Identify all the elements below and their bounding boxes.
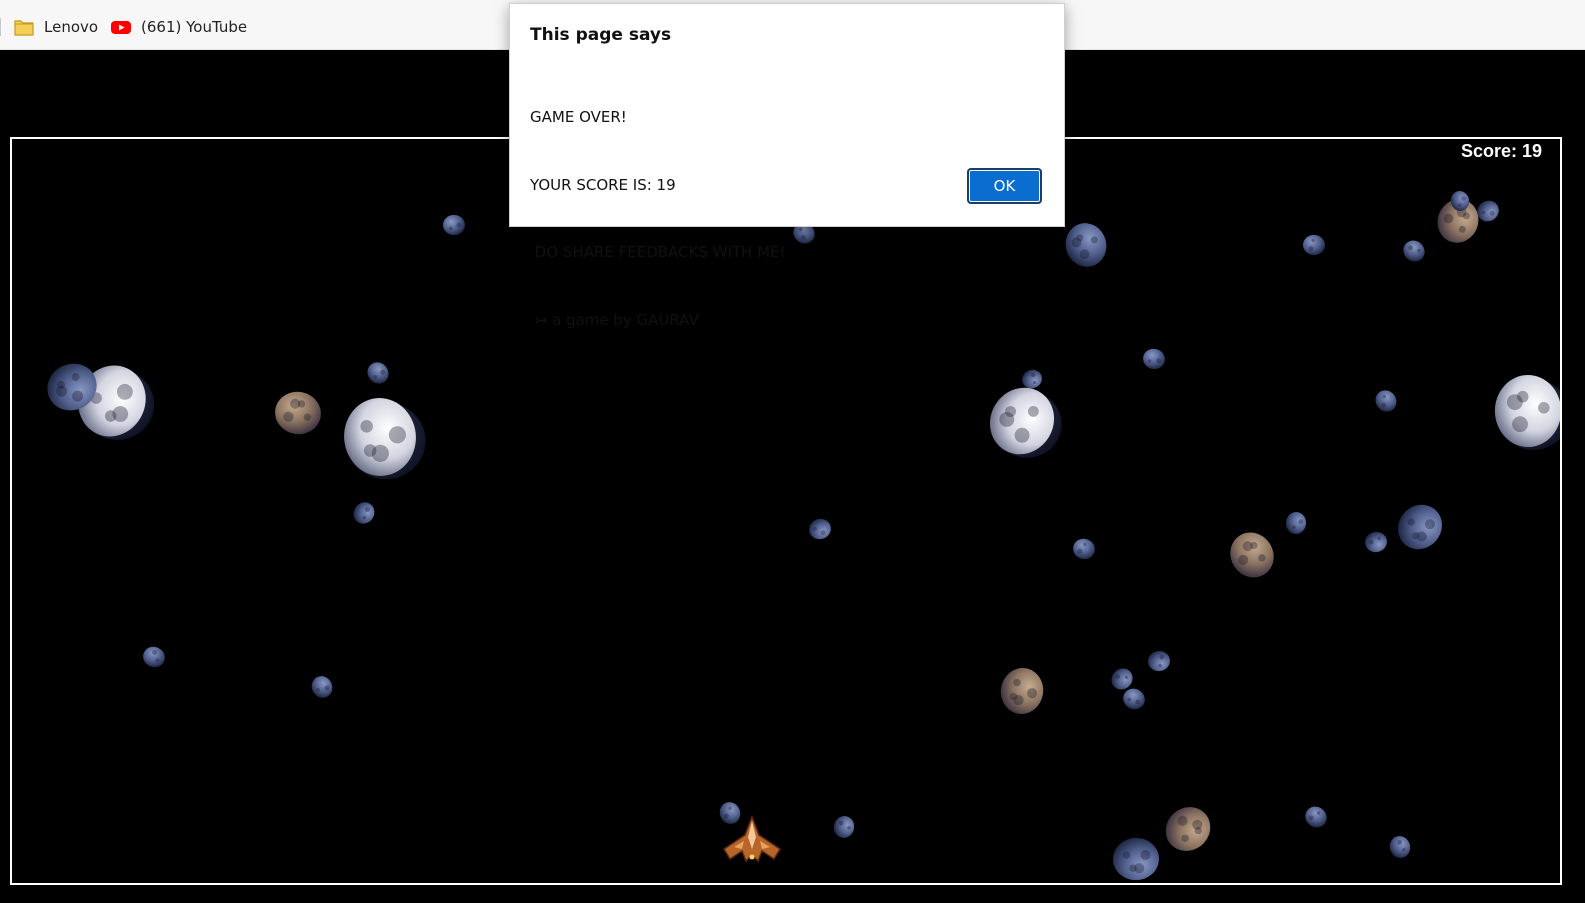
- asteroid: [1113, 837, 1159, 881]
- asteroid: [1000, 668, 1044, 714]
- asteroid: [809, 518, 831, 540]
- asteroid: [1065, 223, 1107, 267]
- asteroid: [1073, 538, 1095, 560]
- asteroid: [719, 802, 741, 824]
- asteroid: [1403, 240, 1425, 262]
- asteroid: [1303, 234, 1325, 256]
- bookmark-youtube[interactable]: (661) YouTube: [110, 13, 247, 41]
- asteroid-field: [47, 191, 1560, 881]
- alert-line-feedback: DO SHARE FEEDBACKS WITH ME!: [530, 243, 786, 261]
- alert-title: This page says: [530, 25, 672, 45]
- asteroid: [1389, 836, 1411, 858]
- asteroid: [1365, 531, 1387, 553]
- asteroid: [344, 398, 426, 480]
- alert-message: GAME OVER! YOUR SCORE IS: 19 DO SHARE FE…: [530, 61, 786, 376]
- asteroid: [353, 502, 375, 524]
- asteroid: [1143, 348, 1165, 370]
- game-canvas[interactable]: Score: 19: [10, 137, 1562, 885]
- asteroid: [833, 816, 855, 838]
- asteroid: [989, 387, 1062, 458]
- asteroid: [1148, 650, 1170, 672]
- asteroid: [1022, 369, 1042, 389]
- asteroid: [1398, 504, 1442, 550]
- youtube-icon: [110, 16, 132, 38]
- folder-icon: [13, 16, 35, 38]
- asteroid: [367, 362, 389, 384]
- bookmark-label: (661) YouTube: [141, 18, 248, 36]
- bookmark-label: Lenovo: [44, 18, 99, 36]
- alert-line-game-over: GAME OVER!: [530, 108, 627, 126]
- asteroid: [1230, 532, 1274, 578]
- score-label: Score: 19: [1460, 141, 1542, 161]
- asteroid: [311, 676, 333, 698]
- game-scene: [47, 191, 1560, 881]
- alert-dialog: This page says GAME OVER! YOUR SCORE IS:…: [509, 3, 1065, 329]
- ok-button[interactable]: OK: [967, 168, 1042, 204]
- asteroid: [1375, 390, 1397, 412]
- asteroid: [1494, 375, 1560, 450]
- asteroid: [443, 214, 465, 236]
- asteroid: [275, 391, 321, 435]
- asteroid: [143, 646, 165, 668]
- asteroid: [1305, 806, 1327, 828]
- bookmarks-divider: [0, 18, 1, 36]
- alert-line-credit: ↣ a game by GAURAV: [530, 310, 699, 329]
- bookmark-lenovo[interactable]: Lenovo: [13, 13, 98, 41]
- alert-line-score: YOUR SCORE IS: 19: [530, 175, 676, 194]
- asteroid: [1165, 807, 1211, 851]
- asteroid: [1285, 512, 1307, 534]
